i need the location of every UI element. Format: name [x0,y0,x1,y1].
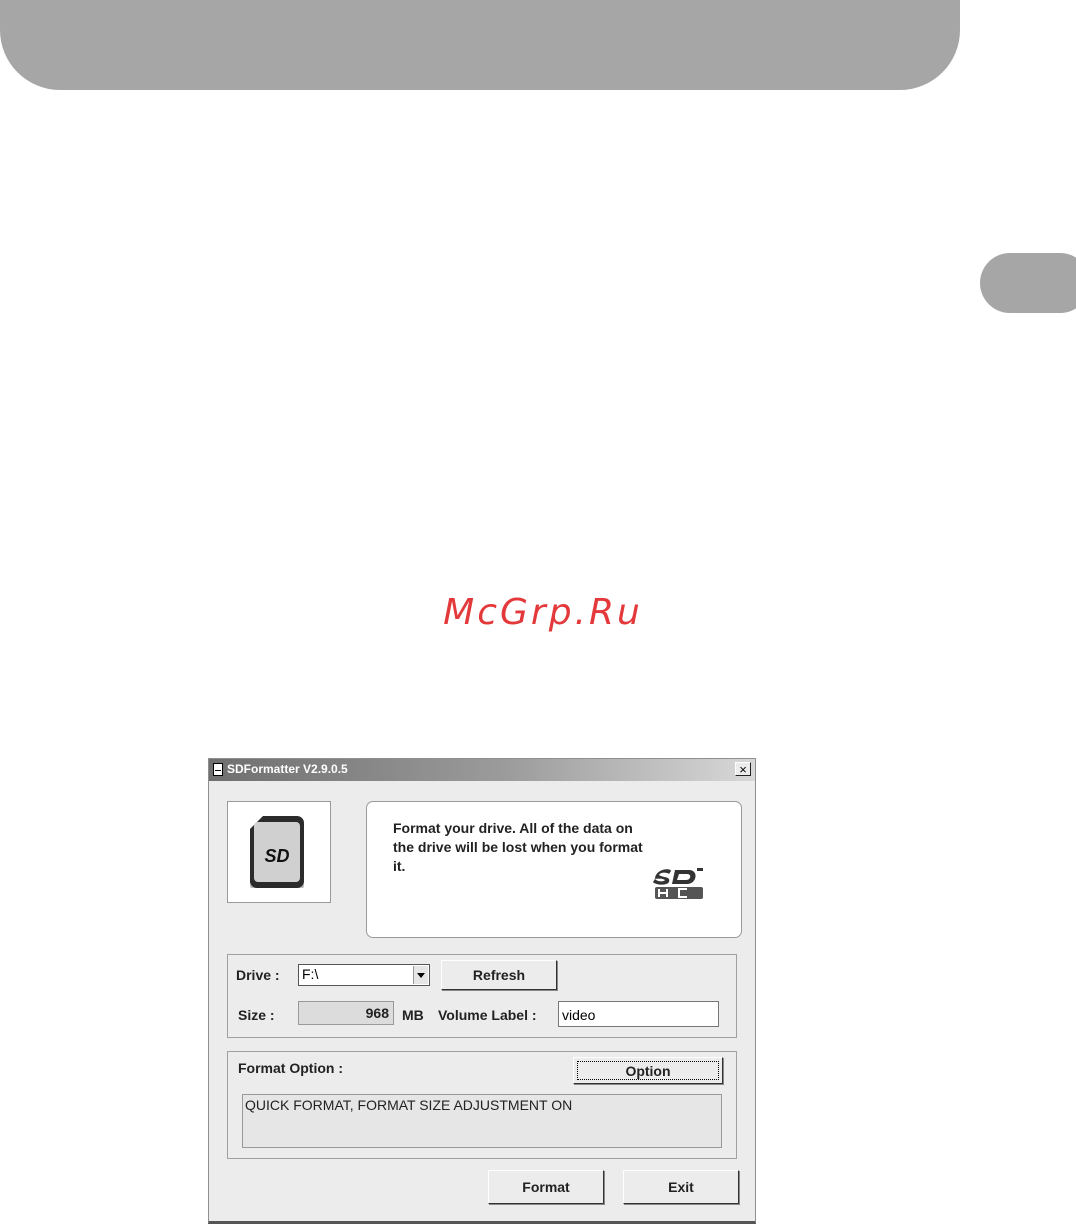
size-unit: MB [402,1007,424,1023]
title-bar[interactable]: SDFormatter V2.9.0.5 × [209,759,755,781]
refresh-button[interactable]: Refresh [441,960,557,990]
drive-label: Drive : [236,967,280,983]
chevron-down-icon[interactable] [413,966,428,984]
format-warning-text: Format your drive. All of the data on th… [393,820,643,874]
close-button[interactable]: × [735,762,751,776]
exit-button[interactable]: Exit [623,1170,739,1204]
sdhc-logo-icon [653,868,703,899]
side-tab [980,253,1076,313]
volume-label-input[interactable] [558,1001,719,1027]
volume-label-label: Volume Label : [438,1007,537,1023]
format-option-group: Format Option : Option QUICK FORMAT, FOR… [227,1051,737,1159]
watermark: McGrp.Ru [443,592,643,633]
app-icon [213,763,223,776]
sd-card-panel: SD [227,801,331,903]
top-banner [0,0,960,90]
message-panel: Format your drive. All of the data on th… [366,801,742,938]
drive-select-value: F:\ [302,966,319,982]
sdformatter-window: SDFormatter V2.9.0.5 × SD Format your dr… [208,758,756,1224]
window-title: SDFormatter V2.9.0.5 [227,762,348,776]
format-button[interactable]: Format [488,1170,604,1204]
option-button[interactable]: Option [573,1057,723,1084]
sd-card-label: SD [264,846,290,866]
size-label: Size : [238,1007,275,1023]
format-option-info: QUICK FORMAT, FORMAT SIZE ADJUSTMENT ON [242,1094,722,1148]
drive-select[interactable]: F:\ [298,964,430,986]
size-value-field: 968 [298,1001,394,1025]
format-option-label: Format Option : [238,1060,343,1076]
drive-group: Drive : F:\ Refresh Size : 968 MB Volume… [227,954,737,1038]
